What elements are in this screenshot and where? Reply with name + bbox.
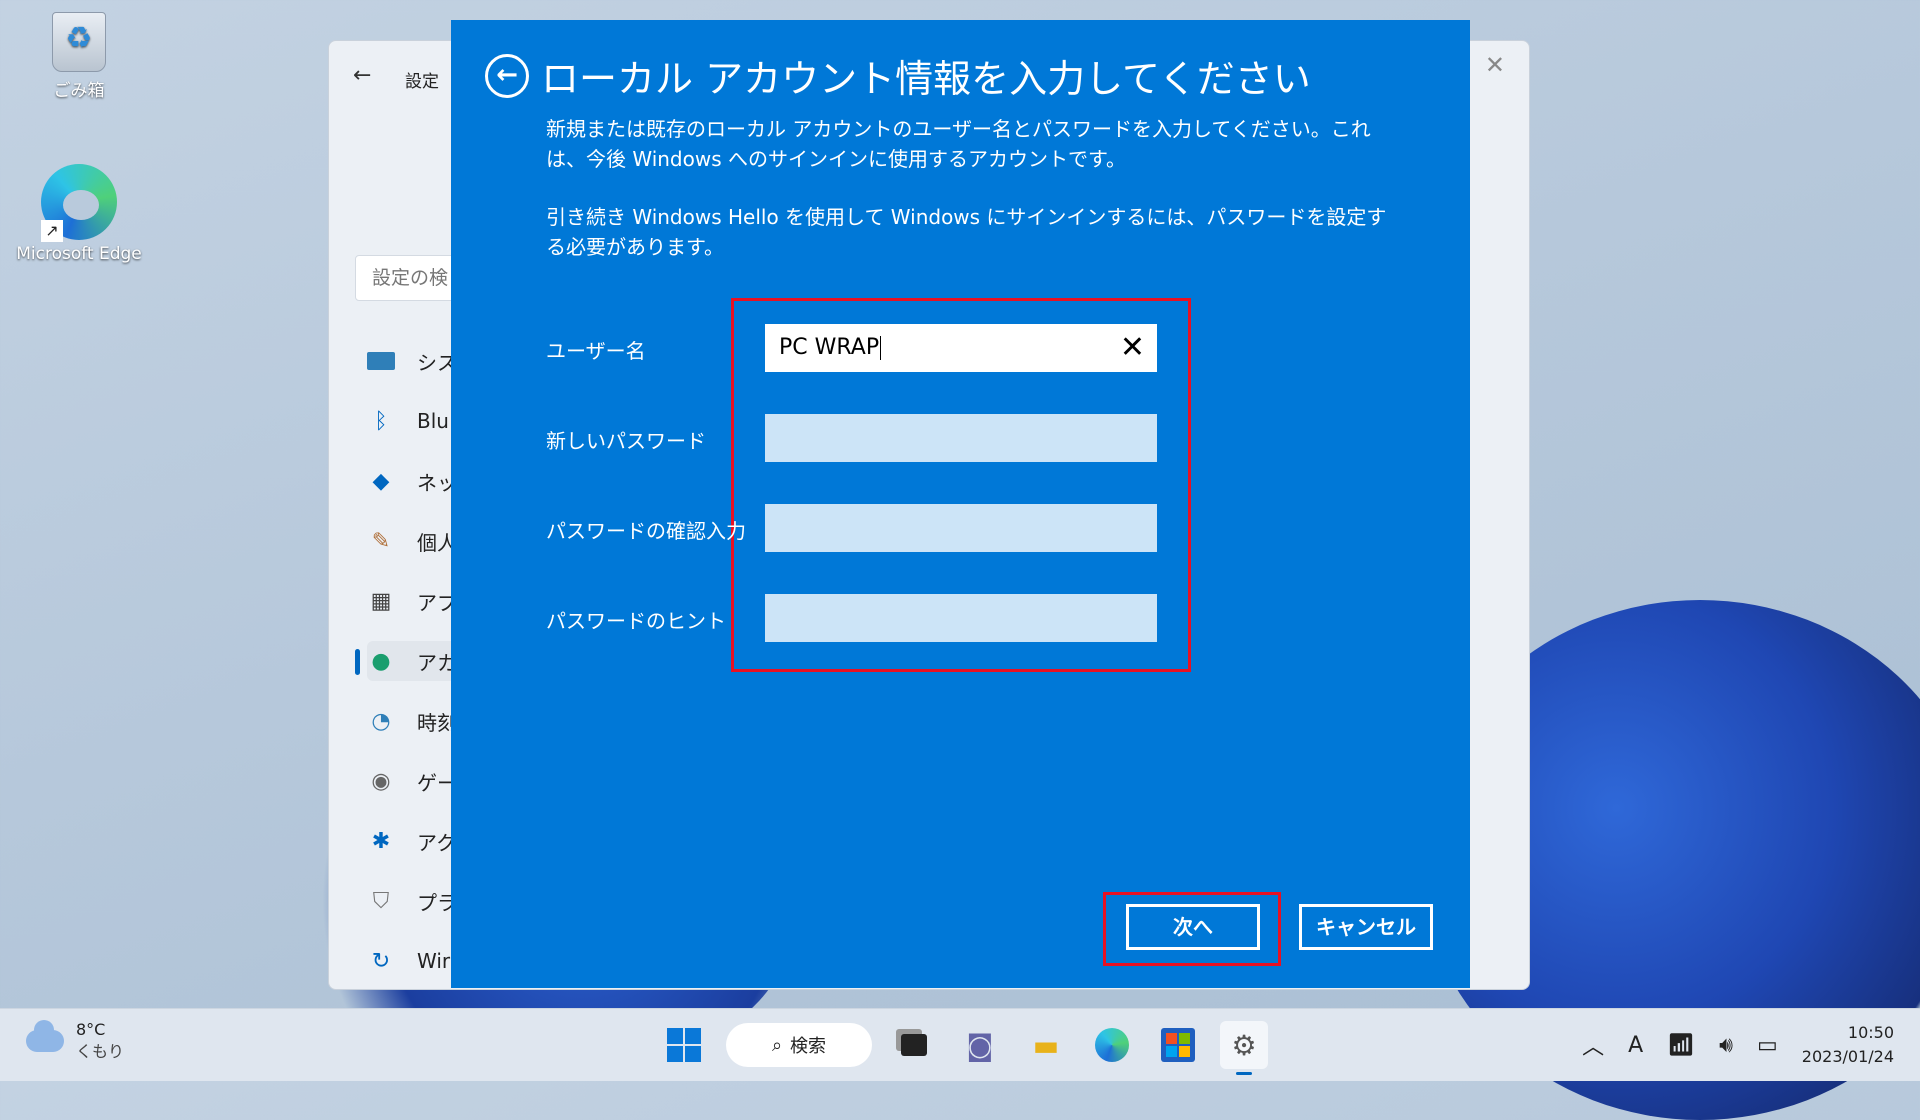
cancel-button[interactable]: キャンセル xyxy=(1299,904,1433,950)
recycle-bin-icon xyxy=(52,12,106,72)
desktop-icon-edge[interactable]: ↗ Microsoft Edge xyxy=(14,164,144,264)
local-account-dialog: ← ローカル アカウント情報を入力してください 新規または既存のローカル アカウ… xyxy=(451,20,1470,988)
gaming-icon: ◉ xyxy=(371,768,391,794)
store-icon xyxy=(1161,1028,1195,1062)
weather-widget[interactable]: 8°C くもり xyxy=(26,1019,124,1063)
taskbar-apps: ⌕ 検索 ◙ ▬ ⚙ xyxy=(660,1021,1268,1075)
store-button[interactable] xyxy=(1154,1021,1202,1069)
system-tray: ︿ A 📶︎ 🔊︎ ▭ 10:50 2023/01/24 xyxy=(1582,1009,1920,1081)
desktop-icon-label: ごみ箱 xyxy=(53,81,105,101)
desktop-icon-recycle-bin[interactable]: ごみ箱 xyxy=(14,12,144,101)
task-view-button[interactable] xyxy=(890,1021,938,1069)
desktop-icon-label: Microsoft Edge xyxy=(16,244,142,264)
settings-title: 設定 xyxy=(405,72,439,92)
volume-icon[interactable]: 🔊︎ xyxy=(1719,1033,1733,1058)
confirm-password-label: パスワードの確認入力 xyxy=(546,519,746,543)
chevron-up-icon[interactable]: ︿ xyxy=(1582,1029,1604,1061)
next-button[interactable]: 次へ xyxy=(1126,904,1260,950)
back-arrow-icon[interactable]: ← xyxy=(485,54,529,98)
dialog-title: ローカル アカウント情報を入力してください xyxy=(541,57,1311,101)
wifi-icon[interactable]: 📶︎ xyxy=(1667,1033,1695,1058)
task-view-icon xyxy=(901,1034,927,1056)
system-icon xyxy=(367,347,395,375)
settings-taskbar-button[interactable]: ⚙ xyxy=(1220,1021,1268,1075)
search-icon: ⌕ xyxy=(771,1034,783,1056)
taskbar-search-button[interactable]: ⌕ 検索 xyxy=(726,1023,872,1067)
ime-indicator[interactable]: A xyxy=(1628,1033,1643,1058)
dialog-description: 新規または既存のローカル アカウントのユーザー名とパスワードを入力してください。… xyxy=(546,117,1371,171)
new-password-label: 新しいパスワード xyxy=(546,429,706,453)
username-value: PC WRAP xyxy=(779,335,880,360)
cloud-icon xyxy=(26,1020,64,1052)
chat-icon: ◙ xyxy=(966,1028,994,1062)
gear-icon: ⚙ xyxy=(1231,1028,1257,1062)
personalization-icon: ✎ xyxy=(371,528,391,554)
taskbar-search-label: 検索 xyxy=(790,1036,827,1057)
text-caret xyxy=(880,336,882,360)
battery-icon[interactable]: ▭ xyxy=(1757,1033,1778,1058)
taskbar: 8°C くもり ⌕ 検索 ◙ ▬ ⚙ ︿ A 📶︎ 🔊︎ ▭ 10:50 202… xyxy=(0,1008,1920,1081)
password-hint-input[interactable] xyxy=(765,594,1157,642)
password-hint-label: パスワードのヒント xyxy=(546,609,726,633)
time-icon: ◔ xyxy=(371,708,391,734)
bluetooth-icon: ᛒ xyxy=(374,408,388,434)
confirm-password-input[interactable] xyxy=(765,504,1157,552)
username-input[interactable]: PC WRAP ✕ xyxy=(765,324,1157,372)
close-icon[interactable]: ✕ xyxy=(1485,51,1505,79)
sidebar-item-label: Wir xyxy=(417,949,451,973)
clear-icon[interactable]: ✕ xyxy=(1120,324,1145,372)
clock-time: 10:50 xyxy=(1847,1023,1894,1042)
clock-date: 2023/01/24 xyxy=(1801,1047,1894,1066)
accounts-icon: ● xyxy=(371,648,391,674)
weather-temperature: 8°C xyxy=(76,1020,106,1039)
clock[interactable]: 10:50 2023/01/24 xyxy=(1802,1021,1894,1069)
network-icon: ◆ xyxy=(372,468,390,494)
weather-status: くもり xyxy=(76,1042,125,1061)
shortcut-arrow-icon: ↗ xyxy=(41,220,63,242)
sidebar-item-label: Blu xyxy=(417,409,449,433)
new-password-input[interactable] xyxy=(765,414,1157,462)
dialog-hello-note: 引き続き Windows Hello を使用して Windows にサインインす… xyxy=(546,205,1387,259)
start-button[interactable] xyxy=(660,1021,708,1069)
apps-icon: ▦ xyxy=(370,588,392,614)
windows-update-icon: ↻ xyxy=(371,948,391,974)
edge-taskbar-button[interactable] xyxy=(1088,1021,1136,1069)
windows-logo-icon xyxy=(667,1028,701,1062)
back-arrow-icon[interactable]: ← xyxy=(353,63,371,88)
file-explorer-button[interactable]: ▬ xyxy=(1022,1021,1070,1069)
accessibility-icon: ✱ xyxy=(371,828,391,854)
teams-chat-button[interactable]: ◙ xyxy=(956,1021,1004,1069)
privacy-icon: ⛉ xyxy=(372,888,390,914)
edge-icon xyxy=(1095,1028,1129,1062)
username-label: ユーザー名 xyxy=(546,339,646,363)
folder-icon: ▬ xyxy=(1032,1028,1060,1062)
edge-icon: ↗ xyxy=(41,164,117,242)
